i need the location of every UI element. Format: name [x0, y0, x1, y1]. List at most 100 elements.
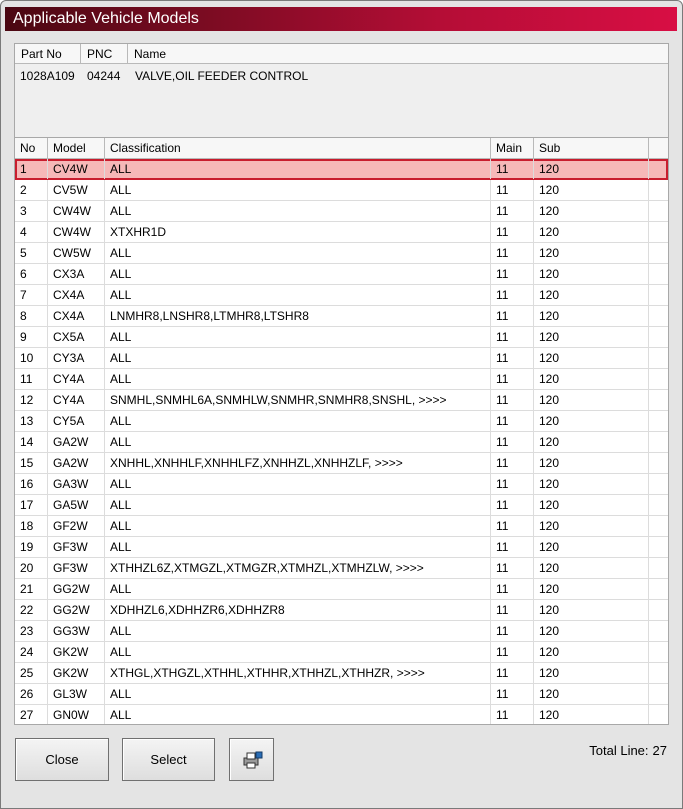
total-line: Total Line: 27 — [589, 743, 667, 758]
cell-classification: XDHHZL6,XDHHZR6,XDHHZR8 — [105, 600, 491, 620]
table-row[interactable]: 9 CX5A ALL 11 120 — [15, 327, 668, 348]
cell-main: 11 — [491, 663, 534, 683]
cell-main: 11 — [491, 285, 534, 305]
cell-filler — [649, 222, 668, 242]
table-row[interactable]: 25 GK2W XTHGL,XTHGZL,XTHHL,XTHHR,XTHHZL,XT… — [15, 663, 668, 684]
cell-filler — [649, 159, 668, 179]
cell-filler — [649, 411, 668, 431]
table-row[interactable]: 22 GG2W XDHHZL6,XDHHZR6,XDHHZR8 11 120 — [15, 600, 668, 621]
cell-filler — [649, 264, 668, 284]
cell-classification: ALL — [105, 516, 491, 536]
table-row[interactable]: 20 GF3W XTHHZL6Z,XTMGZL,XTMGZR,XTMHZL,XTMH… — [15, 558, 668, 579]
cell-main: 11 — [491, 369, 534, 389]
cell-model: CX5A — [48, 327, 105, 347]
cell-main: 11 — [491, 306, 534, 326]
col-main-header[interactable]: Main — [491, 138, 534, 158]
cell-main: 11 — [491, 243, 534, 263]
cell-classification: ALL — [105, 495, 491, 515]
name-header[interactable]: Name — [128, 44, 670, 64]
cell-no: 5 — [15, 243, 48, 263]
table-row[interactable]: 4 CW4W XTXHR1D 11 120 — [15, 222, 668, 243]
table-row[interactable]: 23 GG3W ALL 11 120 — [15, 621, 668, 642]
dialog-window: Applicable Vehicle Models Part No PNC Na… — [0, 0, 683, 809]
cell-filler — [649, 537, 668, 557]
pnc-header[interactable]: PNC — [81, 44, 128, 64]
table-row[interactable]: 10 CY3A ALL 11 120 — [15, 348, 668, 369]
col-sub-header[interactable]: Sub — [534, 138, 649, 158]
cell-model: CY4A — [48, 369, 105, 389]
part-no-header[interactable]: Part No — [15, 44, 81, 64]
table-row[interactable]: 11 CY4A ALL 11 120 — [15, 369, 668, 390]
table-row[interactable]: 13 CY5A ALL 11 120 — [15, 411, 668, 432]
cell-model: GA3W — [48, 474, 105, 494]
cell-filler — [649, 621, 668, 641]
cell-sub: 120 — [534, 159, 649, 179]
cell-model: GF2W — [48, 516, 105, 536]
table-row[interactable]: 12 CY4A SNMHL,SNMHL6A,SNMHLW,SNMHR,SNMHR8,… — [15, 390, 668, 411]
cell-sub: 120 — [534, 243, 649, 263]
cell-classification: ALL — [105, 579, 491, 599]
cell-sub: 120 — [534, 201, 649, 221]
cell-no: 3 — [15, 201, 48, 221]
select-button[interactable]: Select — [122, 738, 215, 781]
cell-no: 4 — [15, 222, 48, 242]
cell-classification: ALL — [105, 537, 491, 557]
cell-no: 22 — [15, 600, 48, 620]
table-row[interactable]: 15 GA2W XNHHL,XNHHLF,XNHHLFZ,XNHHZL,XNHHZL… — [15, 453, 668, 474]
col-no-header[interactable]: No — [15, 138, 48, 158]
table-row[interactable]: 14 GA2W ALL 11 120 — [15, 432, 668, 453]
close-button[interactable]: Close — [15, 738, 109, 781]
cell-classification: ALL — [105, 621, 491, 641]
select-button-label: Select — [150, 752, 187, 767]
table-row[interactable]: 1 CV4W ALL 11 120 — [15, 159, 668, 180]
cell-classification: ALL — [105, 642, 491, 662]
table-row[interactable]: 17 GA5W ALL 11 120 — [15, 495, 668, 516]
cell-sub: 120 — [534, 432, 649, 452]
cell-model: GK2W — [48, 642, 105, 662]
cell-sub: 120 — [534, 390, 649, 410]
table-row[interactable]: 6 CX3A ALL 11 120 — [15, 264, 668, 285]
col-model-header[interactable]: Model — [48, 138, 105, 158]
cell-filler — [649, 663, 668, 683]
cell-model: GG3W — [48, 621, 105, 641]
table-row[interactable]: 26 GL3W ALL 11 120 — [15, 684, 668, 705]
vehicle-models-grid[interactable]: No Model Classification Main Sub 1 CV4W AL… — [14, 137, 669, 725]
cell-main: 11 — [491, 600, 534, 620]
cell-sub: 120 — [534, 306, 649, 326]
window-title: Applicable Vehicle Models — [13, 10, 199, 27]
cell-classification: LNMHR8,LNSHR8,LTMHR8,LTSHR8 — [105, 306, 491, 326]
cell-no: 24 — [15, 642, 48, 662]
cell-no: 10 — [15, 348, 48, 368]
table-row[interactable]: 7 CX4A ALL 11 120 — [15, 285, 668, 306]
table-row[interactable]: 19 GF3W ALL 11 120 — [15, 537, 668, 558]
cell-classification: ALL — [105, 180, 491, 200]
table-row[interactable]: 16 GA3W ALL 11 120 — [15, 474, 668, 495]
table-row[interactable]: 24 GK2W ALL 11 120 — [15, 642, 668, 663]
table-row[interactable]: 2 CV5W ALL 11 120 — [15, 180, 668, 201]
close-button-label: Close — [45, 752, 79, 767]
cell-sub: 120 — [534, 369, 649, 389]
grid-header: No Model Classification Main Sub — [15, 138, 668, 159]
cell-no: 23 — [15, 621, 48, 641]
table-row[interactable]: 21 GG2W ALL 11 120 — [15, 579, 668, 600]
cell-model: CW5W — [48, 243, 105, 263]
cell-model: GA2W — [48, 432, 105, 452]
col-classification-header[interactable]: Classification — [105, 138, 491, 158]
cell-filler — [649, 474, 668, 494]
cell-model: CV4W — [48, 159, 105, 179]
print-button[interactable] — [229, 738, 274, 781]
table-row[interactable]: 8 CX4A LNMHR8,LNSHR8,LTMHR8,LTSHR8 11 120 — [15, 306, 668, 327]
title-bar[interactable]: Applicable Vehicle Models — [5, 7, 677, 31]
table-row[interactable]: 27 GN0W ALL 11 120 — [15, 705, 668, 724]
table-row[interactable]: 18 GF2W ALL 11 120 — [15, 516, 668, 537]
table-row[interactable]: 3 CW4W ALL 11 120 — [15, 201, 668, 222]
cell-sub: 120 — [534, 453, 649, 473]
cell-filler — [649, 432, 668, 452]
cell-main: 11 — [491, 327, 534, 347]
cell-classification: ALL — [105, 243, 491, 263]
cell-classification: ALL — [105, 285, 491, 305]
cell-model: CY5A — [48, 411, 105, 431]
cell-classification: XTXHR1D — [105, 222, 491, 242]
total-line-value: 27 — [652, 743, 667, 758]
table-row[interactable]: 5 CW5W ALL 11 120 — [15, 243, 668, 264]
